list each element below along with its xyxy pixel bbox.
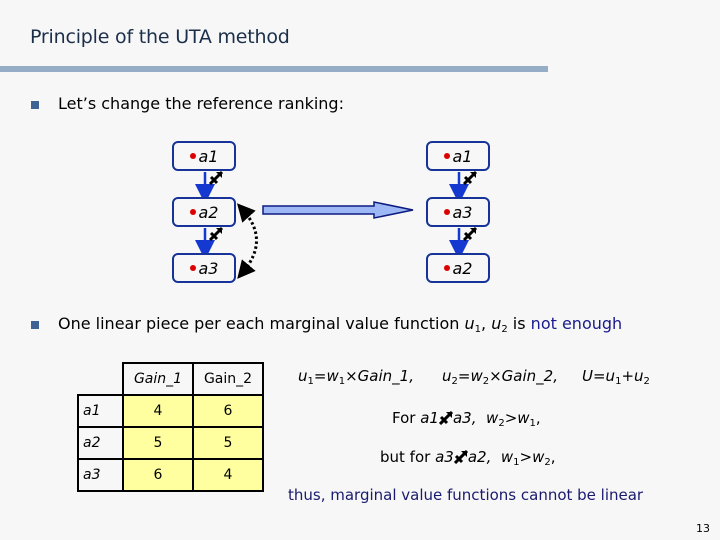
table-corner [78, 363, 124, 396]
table-row: a1 4 6 [77, 394, 264, 428]
outranking-arrow-icon [208, 226, 224, 242]
bullet-text-linear-not-enough: One linear piece per each marginal value… [58, 314, 623, 335]
table-cell: 5 [192, 426, 264, 460]
outranking-arrow-icon [453, 450, 468, 464]
outranking-arrow-icon [462, 226, 478, 242]
rank-node-before-1: a1 [172, 141, 236, 171]
bullet-dot-icon [189, 153, 196, 159]
formula-U: U=u1+u2 [582, 367, 650, 387]
rank-node-before-3: a3 [172, 253, 236, 283]
outranking-arrow-icon [438, 411, 453, 425]
dotted-double-arrow-icon [236, 203, 258, 279]
table-row: a3 6 4 [77, 458, 264, 492]
table-cell: 6 [192, 394, 264, 428]
gains-table: Gain_1 Gain_2 a1 4 6 a2 5 5 a3 6 4 [77, 362, 264, 492]
column-header-gain-1: Gain_1 [122, 362, 194, 396]
bullet-dot-icon [443, 153, 450, 159]
right-arrow-icon [262, 201, 414, 219]
outranking-arrow-icon [462, 170, 478, 186]
row-label: a2 [77, 426, 124, 460]
column-header-gain-2: Gain_2 [192, 362, 264, 396]
bullet-dot-icon [189, 265, 196, 271]
row-label: a1 [77, 394, 124, 428]
reasoning-line-1: For a1 a3, w2>w1, [392, 409, 541, 429]
outranking-arrow-icon [208, 170, 224, 186]
bullet-marker [31, 321, 39, 329]
table-row: a2 5 5 [77, 426, 264, 460]
rank-node-after-1: a1 [426, 141, 490, 171]
table-cell: 6 [122, 458, 194, 492]
table-cell: 4 [122, 394, 194, 428]
formula-u2: u2=w2×Gain_2, [442, 367, 558, 387]
reasoning-line-2: but for a3 a2, w1>w2, [380, 448, 556, 468]
page-number: 13 [696, 522, 710, 535]
rank-node-after-2: a3 [426, 197, 490, 227]
conclusion-text: thus, marginal value functions cannot be… [288, 486, 644, 504]
rank-node-before-2: a2 [172, 197, 236, 227]
rank-node-after-3: a2 [426, 253, 490, 283]
bullet-dot-icon [443, 209, 450, 215]
bullet-dot-icon [443, 265, 450, 271]
table-cell: 4 [192, 458, 264, 492]
bullet-dot-icon [189, 209, 196, 215]
emphasis-not-enough: not enough [530, 314, 623, 333]
ranking-diagram [195, 170, 478, 279]
table-cell: 5 [122, 426, 194, 460]
table-header-row: Gain_1 Gain_2 [78, 362, 264, 396]
formula-u1: u1=w1×Gain_1, [298, 367, 414, 387]
row-label: a3 [77, 458, 124, 492]
